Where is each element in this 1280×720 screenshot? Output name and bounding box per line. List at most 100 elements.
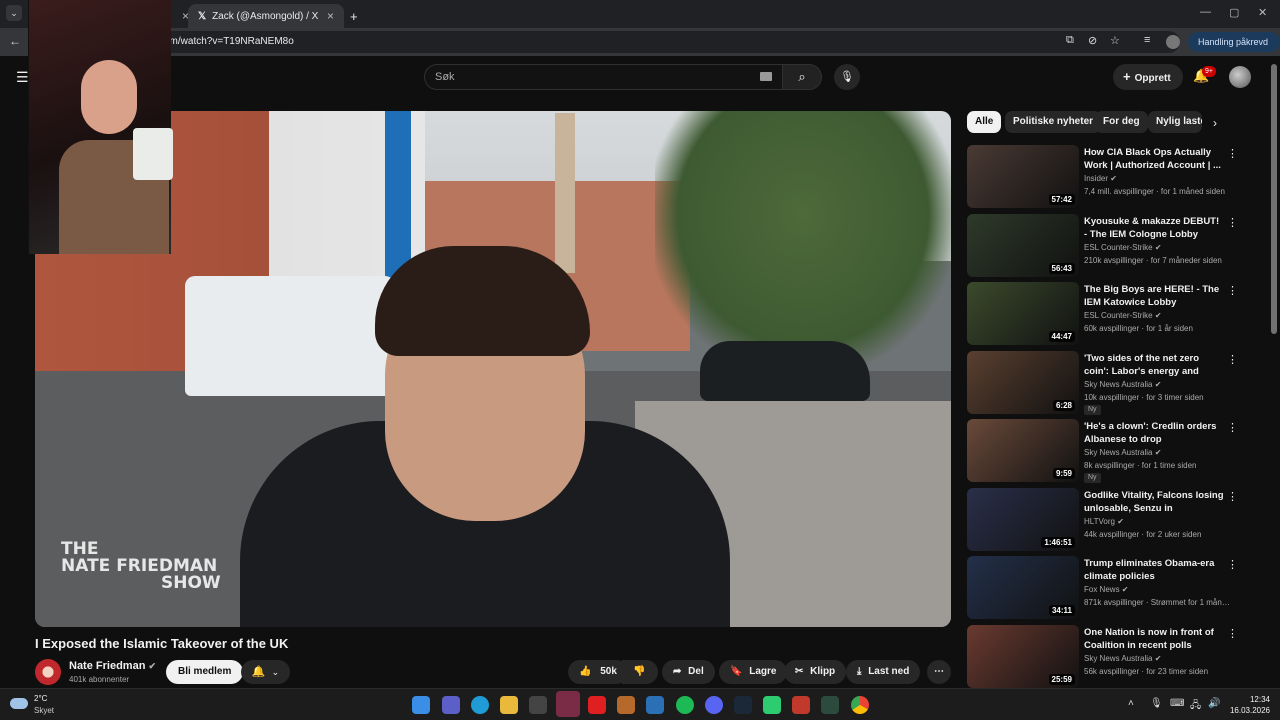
reading-list-icon[interactable]: ≡: [1144, 34, 1150, 46]
microphone-tray-icon[interactable]: 🎙: [1150, 698, 1163, 709]
brave-icon[interactable]: [792, 696, 810, 714]
recommendation-title[interactable]: Kyousuke & makazze DEBUT! - The IEM Colo…: [1084, 215, 1224, 241]
more-actions-button[interactable]: ⋯: [927, 660, 951, 684]
recommendation-title[interactable]: Trump eliminates Obama-era climate polic…: [1084, 557, 1224, 583]
chip-political-news[interactable]: Politiske nyheter: [1005, 111, 1102, 133]
like-button[interactable]: 👍 50k: [568, 660, 628, 684]
recommendation-channel[interactable]: HLTVorg ✔: [1084, 517, 1124, 526]
edge-icon[interactable]: [471, 696, 489, 714]
weather-temperature[interactable]: 2°C: [34, 694, 47, 703]
hamburger-menu-icon[interactable]: ☰: [16, 69, 29, 86]
search-button[interactable]: ⌕: [782, 64, 822, 90]
chip-all[interactable]: Alle: [967, 111, 1002, 133]
app-icon-green[interactable]: [763, 696, 781, 714]
channel-name[interactable]: Nate Friedman ✔: [69, 660, 156, 672]
more-vert-icon[interactable]: ⋮: [1227, 216, 1238, 229]
recommendation-item[interactable]: 44:47 The Big Boys are HERE! - The IEM Ka…: [967, 282, 1265, 346]
recommendation-item[interactable]: 9:59 'He's a clown': Credlin orders Alban…: [967, 419, 1265, 483]
cast-icon[interactable]: ⧉: [1066, 34, 1074, 47]
start-windows-icon[interactable]: [412, 696, 430, 714]
share-button[interactable]: ➦ Del: [662, 660, 715, 684]
chip-recently-uploaded[interactable]: Nylig laste: [1148, 111, 1202, 133]
subscription-bell-button[interactable]: 🔔 ⌄: [241, 660, 290, 684]
channel-avatar[interactable]: [35, 659, 61, 685]
close-icon[interactable]: ×: [327, 9, 334, 23]
page-scrollbar[interactable]: [1271, 64, 1277, 334]
address-bar[interactable]: om/watch?v=T19NRaNEM8o: [150, 31, 1180, 53]
recommendation-channel[interactable]: Sky News Australia ✔: [1084, 380, 1161, 389]
video-thumbnail[interactable]: 56:43: [967, 213, 1079, 277]
maximize-icon[interactable]: ▢: [1229, 6, 1239, 19]
chip-for-you[interactable]: For deg: [1095, 111, 1148, 133]
minimize-icon[interactable]: —: [1200, 6, 1211, 18]
discord-icon[interactable]: [705, 696, 723, 714]
bookmark-star-icon[interactable]: ☆: [1110, 34, 1120, 47]
volume-icon[interactable]: 🔊: [1208, 698, 1220, 709]
recommendation-title[interactable]: The Big Boys are HERE! - The IEM Katowic…: [1084, 283, 1224, 309]
video-thumbnail[interactable]: 57:42: [967, 145, 1079, 208]
teams-icon[interactable]: [442, 696, 460, 714]
recommendation-title[interactable]: 'He's a clown': Credlin orders Albanese …: [1084, 420, 1224, 446]
mail-icon[interactable]: [646, 696, 664, 714]
new-tab-button[interactable]: +: [346, 4, 366, 28]
recommendation-item[interactable]: 25:59 One Nation is now in front of Coali…: [967, 624, 1265, 689]
account-avatar[interactable]: [1229, 66, 1251, 88]
tab-x-asmongold[interactable]: 𝕏 Zack (@Asmongold) / X ×: [188, 4, 344, 28]
search-input[interactable]: Søk: [424, 64, 786, 90]
video-thumbnail[interactable]: 25:59: [967, 624, 1079, 688]
create-button[interactable]: + Opprett: [1113, 64, 1183, 90]
back-arrow-icon[interactable]: ←: [9, 34, 21, 48]
recommendation-title[interactable]: 'Two sides of the net zero coin': Labor'…: [1084, 352, 1224, 378]
recommendation-item[interactable]: 6:28 'Two sides of the net zero coin': La…: [967, 350, 1265, 415]
recommendation-title[interactable]: Godlike Vitality, Falcons losing unlosab…: [1084, 489, 1224, 515]
recommendation-item[interactable]: 57:42 How CIA Black Ops Actually Work | A…: [967, 145, 1265, 209]
video-thumbnail[interactable]: 34:11: [967, 556, 1079, 619]
chrome-icon[interactable]: [851, 696, 869, 714]
more-vert-icon[interactable]: ⋮: [1227, 490, 1238, 503]
eye-off-icon[interactable]: ⊘: [1088, 34, 1097, 47]
more-vert-icon[interactable]: ⋮: [1227, 147, 1238, 160]
recommendation-item[interactable]: 1:46:51 Godlike Vitality, Falcons losing …: [967, 487, 1265, 552]
recommendation-channel[interactable]: Sky News Australia ✔: [1084, 654, 1161, 663]
recommendation-title[interactable]: One Nation is now in front of Coalition …: [1084, 626, 1224, 652]
more-vert-icon[interactable]: ⋮: [1227, 284, 1238, 297]
steam-icon[interactable]: [734, 696, 752, 714]
network-icon[interactable]: 🖧: [1190, 698, 1201, 715]
recommendation-title[interactable]: How CIA Black Ops Actually Work | Author…: [1084, 146, 1224, 172]
keyboard-icon[interactable]: [760, 72, 772, 81]
voice-search-button[interactable]: 🎙: [834, 64, 860, 90]
video-thumbnail[interactable]: 1:46:51: [967, 487, 1079, 551]
more-vert-icon[interactable]: ⋮: [1227, 421, 1238, 434]
chevron-up-icon[interactable]: ˄: [1128, 698, 1134, 709]
video-thumbnail[interactable]: 9:59: [967, 419, 1079, 482]
terminal-icon[interactable]: [821, 696, 839, 714]
spotify-icon[interactable]: [676, 696, 694, 714]
tab-search-icon[interactable]: ⌄: [6, 5, 22, 21]
recommendation-channel[interactable]: ESL Counter-Strike ✔: [1084, 311, 1162, 320]
video-thumbnail[interactable]: 6:28: [967, 350, 1079, 414]
chevron-right-icon[interactable]: ›: [1213, 116, 1217, 130]
active-app-icon[interactable]: [556, 691, 580, 717]
more-vert-icon[interactable]: ⋮: [1227, 353, 1238, 366]
profile-avatar-icon[interactable]: [1166, 35, 1180, 49]
cloud-icon[interactable]: [10, 698, 28, 709]
video-player[interactable]: THE NATE FRIEDMAN SHOW: [35, 111, 951, 627]
window-close-icon[interactable]: ✕: [1258, 6, 1267, 19]
store-icon[interactable]: [529, 696, 547, 714]
system-clock[interactable]: 12:34 16.03.2026: [1228, 694, 1270, 716]
weather-description[interactable]: Skyet: [34, 706, 54, 715]
app-icon[interactable]: [617, 696, 635, 714]
more-vert-icon[interactable]: ⋮: [1227, 627, 1238, 640]
dislike-button[interactable]: 👎: [622, 660, 658, 684]
video-thumbnail[interactable]: 44:47: [967, 282, 1079, 345]
profile-action-button[interactable]: Handling påkrevd ⋮: [1188, 32, 1280, 67]
more-vert-icon[interactable]: ⋮: [1227, 558, 1238, 571]
keyboard-tray-icon[interactable]: ⌨: [1170, 698, 1184, 709]
save-button[interactable]: 🔖 Lagre: [719, 660, 788, 684]
file-explorer-icon[interactable]: [500, 696, 518, 714]
recommendation-channel[interactable]: Fox News ✔: [1084, 585, 1129, 594]
recommendation-channel[interactable]: Sky News Australia ✔: [1084, 448, 1161, 457]
youtube-app-icon[interactable]: [588, 696, 606, 714]
recommendation-channel[interactable]: ESL Counter-Strike ✔: [1084, 243, 1162, 252]
join-button[interactable]: Bli medlem: [166, 660, 244, 684]
